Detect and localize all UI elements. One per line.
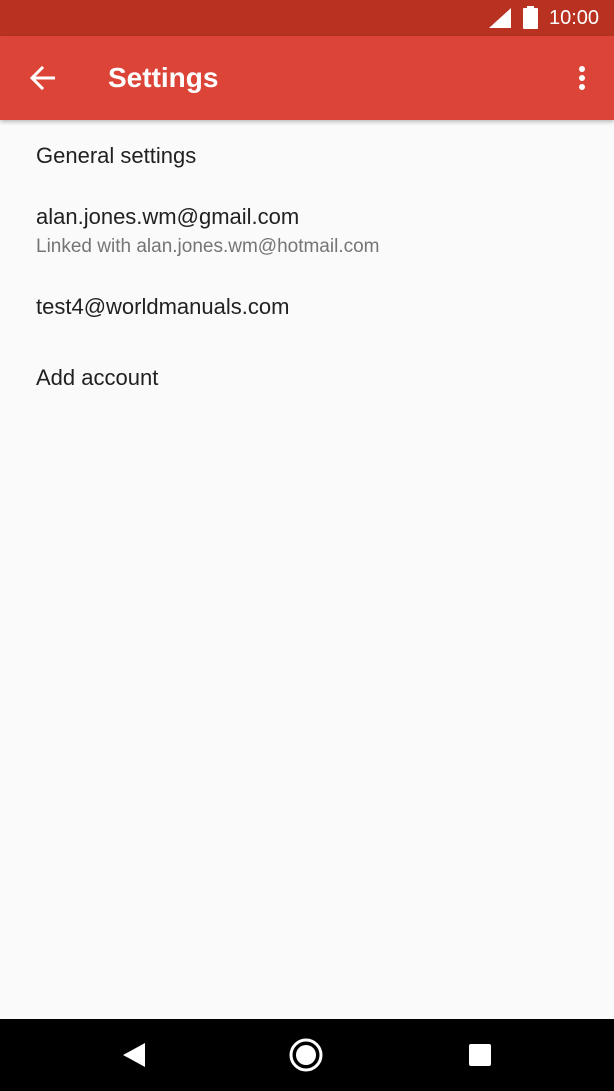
cell-signal-icon bbox=[489, 8, 511, 28]
app-bar: Settings bbox=[0, 36, 614, 120]
list-item-subtitle: Linked with alan.jones.wm@hotmail.com bbox=[36, 236, 380, 257]
status-bar: 10:00 bbox=[0, 0, 614, 36]
status-time: 10:00 bbox=[549, 7, 600, 29]
nav-home-button[interactable] bbox=[286, 1035, 326, 1075]
page-title: Settings bbox=[108, 62, 219, 93]
list-item-title: alan.jones.wm@gmail.com bbox=[36, 204, 300, 229]
system-nav-bar bbox=[0, 1019, 614, 1091]
account-item-worldmanuals[interactable]: test4@worldmanuals.com bbox=[0, 288, 614, 360]
more-vert-icon bbox=[579, 66, 585, 90]
back-triangle-icon bbox=[123, 1043, 145, 1067]
home-circle-icon bbox=[289, 1038, 323, 1072]
arrow-back-icon bbox=[29, 66, 55, 90]
add-account-item[interactable]: Add account bbox=[0, 360, 614, 432]
back-button[interactable] bbox=[22, 58, 62, 98]
list-item-title: Add account bbox=[36, 365, 159, 390]
battery-icon bbox=[523, 6, 538, 29]
general-settings-item[interactable]: General settings bbox=[0, 120, 614, 192]
nav-recents-button[interactable] bbox=[460, 1035, 500, 1075]
account-item-gmail[interactable]: alan.jones.wm@gmail.com Linked with alan… bbox=[0, 192, 614, 288]
more-options-button[interactable] bbox=[562, 58, 602, 98]
list-item-title: General settings bbox=[36, 143, 197, 168]
nav-back-button[interactable] bbox=[114, 1035, 154, 1075]
list-item-title: test4@worldmanuals.com bbox=[36, 294, 290, 319]
recents-square-icon bbox=[469, 1044, 491, 1066]
